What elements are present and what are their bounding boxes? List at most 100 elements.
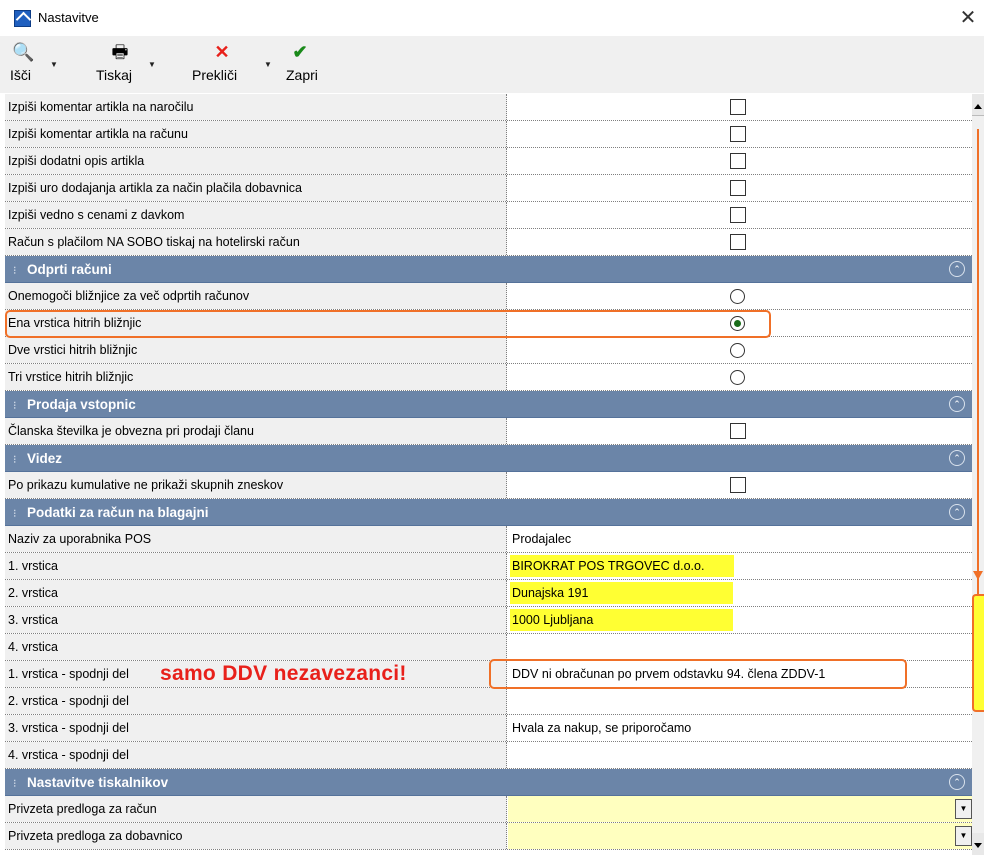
checkbox[interactable] (730, 153, 746, 169)
cancel-dropdown-icon[interactable]: ▼ (264, 60, 272, 69)
setting-value[interactable] (508, 742, 972, 768)
app-icon (14, 10, 31, 27)
setting-value[interactable]: BIROKRAT POS TRGOVEC d.o.o. (508, 553, 972, 579)
setting-row[interactable]: Tri vrstice hitrih bližnjic (5, 364, 972, 391)
collapse-icon[interactable]: ⌃ (949, 450, 965, 466)
setting-row[interactable]: 2. vrstica Dunajska 191 (5, 580, 972, 607)
collapse-icon[interactable]: ⌃ (949, 504, 965, 520)
close-window-icon[interactable]: ✕ (956, 6, 980, 30)
setting-value[interactable] (508, 472, 972, 498)
radio-button[interactable] (730, 370, 745, 385)
close-button[interactable]: ✔ Zapri (280, 38, 340, 90)
checkbox[interactable] (730, 234, 746, 250)
setting-row[interactable]: 1. vrstica BIROKRAT POS TRGOVEC d.o.o. (5, 553, 972, 580)
setting-row[interactable]: Članska številka je obvezna pri prodaji … (5, 418, 972, 445)
setting-label: Izpiši uro dodajanja artikla za način pl… (5, 175, 507, 201)
highlighted-value[interactable]: BIROKRAT POS TRGOVEC d.o.o. (510, 555, 735, 577)
search-dropdown-icon[interactable]: ▼ (50, 60, 58, 69)
setting-row[interactable]: Privzeta predloga za račun ▼ (5, 796, 972, 823)
highlighted-value[interactable]: 1000 Ljubljana (510, 609, 734, 631)
setting-row[interactable]: 4. vrstica (5, 634, 972, 661)
setting-label: 4. vrstica - spodnji del (5, 742, 507, 768)
warning-annotation: samo DDV nezavezanci! (160, 662, 407, 685)
section-header-open-receipts[interactable]: ⁝ Odprti računi ⌃ (5, 256, 972, 283)
radio-button[interactable] (730, 289, 745, 304)
setting-value[interactable]: Prodajalec (508, 526, 972, 552)
setting-value[interactable] (508, 175, 972, 201)
radio-button[interactable] (730, 343, 745, 358)
search-button[interactable]: 🔍 ▼ Išči (4, 38, 68, 90)
settings-grid: Izpiši komentar artikla na naročilu Izpi… (5, 94, 972, 855)
setting-value[interactable] (508, 202, 972, 228)
setting-row[interactable]: Izpiši komentar artikla na računu (5, 121, 972, 148)
setting-value[interactable]: Hvala za nakup, se priporočamo (508, 715, 972, 741)
annotation-box (5, 310, 771, 338)
setting-label: Izpiši dodatni opis artikla (5, 148, 507, 174)
setting-value[interactable] (508, 364, 972, 390)
toolbar: 🔍 ▼ Išči 🖶 ▼ Tiskaj ✕ ▼ Prekliči ✔ Zapri (0, 36, 984, 93)
setting-row[interactable]: Onemogoči bližnjice za več odprtih račun… (5, 283, 972, 310)
section-header-ticket-sales[interactable]: ⁝ Prodaja vstopnic ⌃ (5, 391, 972, 418)
collapse-icon[interactable]: ⌃ (949, 396, 965, 412)
setting-row[interactable]: Izpiši uro dodajanja artikla za način pl… (5, 175, 972, 202)
print-dropdown-icon[interactable]: ▼ (148, 60, 156, 69)
scrollbar-thumb[interactable] (972, 594, 984, 712)
setting-row[interactable]: Naziv za uporabnika POS Prodajalec (5, 526, 972, 553)
setting-row[interactable]: 4. vrstica - spodnji del (5, 742, 972, 769)
setting-label: 1. vrstica - spodnji del samo DDV nezavez… (5, 661, 507, 687)
section-title: Podatki za račun na blagajni (27, 505, 209, 520)
section-header-receipt-data[interactable]: ⁝ Podatki za račun na blagajni ⌃ (5, 499, 972, 526)
checkbox[interactable] (730, 180, 746, 196)
vertical-scrollbar[interactable] (972, 94, 984, 855)
template-select[interactable]: ▼ (508, 796, 972, 822)
setting-row[interactable]: Izpiši komentar artikla na naročilu (5, 94, 972, 121)
setting-row[interactable]: Izpiši vedno s cenami z davkom (5, 202, 972, 229)
scroll-up-icon[interactable] (972, 94, 984, 116)
section-header-printer-settings[interactable]: ⁝ Nastavitve tiskalnikov ⌃ (5, 769, 972, 796)
setting-row[interactable]: Izpiši dodatni opis artikla (5, 148, 972, 175)
annotation-box (489, 659, 907, 689)
dropdown-arrow-icon[interactable]: ▼ (955, 799, 972, 819)
setting-value[interactable]: 1000 Ljubljana (508, 607, 972, 633)
setting-row[interactable]: 3. vrstica - spodnji del Hvala za nakup,… (5, 715, 972, 742)
setting-value[interactable] (508, 229, 972, 255)
checkbox[interactable] (730, 477, 746, 493)
setting-label: 2. vrstica - spodnji del (5, 688, 507, 714)
scroll-down-icon[interactable] (972, 833, 984, 855)
cancel-button[interactable]: ✕ ▼ Prekliči (186, 38, 272, 90)
window-title: Nastavitve (38, 10, 99, 25)
setting-row[interactable]: Dve vrstici hitrih bližnjic (5, 337, 972, 364)
print-button[interactable]: 🖶 ▼ Tiskaj (90, 38, 162, 90)
setting-row[interactable]: Privzeta predloga za dobavnico ▼ (5, 823, 972, 850)
setting-value[interactable]: Dunajska 191 (508, 580, 972, 606)
checkbox[interactable] (730, 126, 746, 142)
setting-value[interactable] (508, 418, 972, 444)
annotation-line (977, 129, 979, 599)
setting-value[interactable] (508, 283, 972, 309)
setting-label: Privzeta predloga za račun (5, 796, 507, 822)
close-label: Zapri (286, 67, 318, 83)
dropdown-arrow-icon[interactable]: ▼ (955, 826, 972, 846)
setting-value[interactable] (508, 634, 972, 660)
setting-row[interactable]: Račun s plačilom NA SOBO tiskaj na hotel… (5, 229, 972, 256)
setting-value[interactable] (508, 337, 972, 363)
setting-value[interactable] (508, 688, 972, 714)
setting-value[interactable] (508, 148, 972, 174)
setting-row[interactable]: Po prikazu kumulative ne prikaži skupnih… (5, 472, 972, 499)
highlighted-value[interactable]: Dunajska 191 (510, 582, 734, 604)
setting-value[interactable] (508, 121, 972, 147)
setting-label: Izpiši komentar artikla na računu (5, 121, 507, 147)
search-label: Išči (10, 67, 31, 83)
template-select[interactable]: ▼ (508, 823, 972, 849)
setting-label: 3. vrstica - spodnji del (5, 715, 507, 741)
checkbox[interactable] (730, 423, 746, 439)
setting-value[interactable] (508, 94, 972, 120)
setting-label: Po prikazu kumulative ne prikaži skupnih… (5, 472, 507, 498)
checkbox[interactable] (730, 207, 746, 223)
collapse-icon[interactable]: ⌃ (949, 774, 965, 790)
setting-row[interactable]: 3. vrstica 1000 Ljubljana (5, 607, 972, 634)
section-header-view[interactable]: ⁝ Videz ⌃ (5, 445, 972, 472)
checkbox[interactable] (730, 99, 746, 115)
setting-row[interactable]: 2. vrstica - spodnji del (5, 688, 972, 715)
collapse-icon[interactable]: ⌃ (949, 261, 965, 277)
